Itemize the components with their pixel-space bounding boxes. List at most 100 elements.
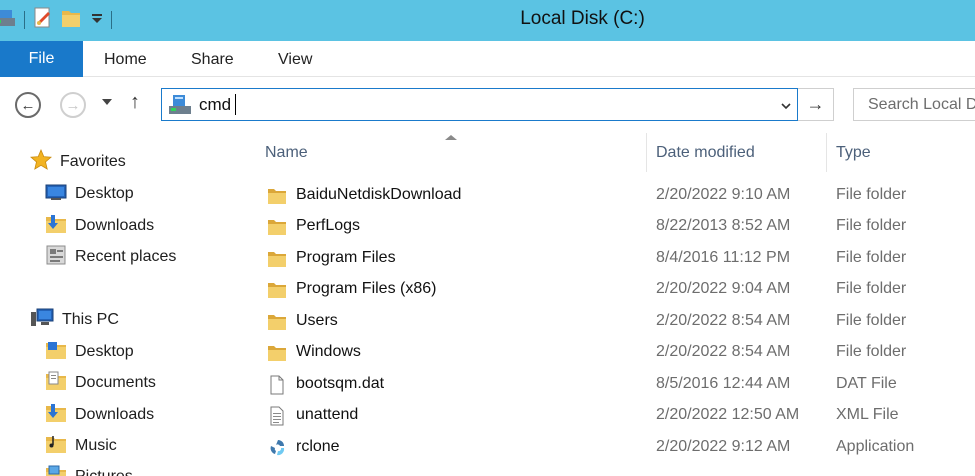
address-input[interactable]: cmd (199, 95, 231, 115)
search-box[interactable]: Search Local D (853, 88, 975, 121)
file-date: 2/20/2022 9:12 AM (656, 438, 791, 455)
nav-item-label: Documents (75, 374, 156, 391)
arrow-right-icon: → (65, 96, 81, 114)
folder-icon (267, 249, 287, 274)
nav-item-label: Recent places (75, 248, 177, 265)
arrow-left-icon: ← (20, 96, 36, 114)
folder-icon (267, 186, 287, 211)
folder-icon (267, 312, 287, 337)
go-button[interactable]: → (798, 88, 834, 121)
file-type: File folder (836, 217, 907, 234)
music-icon (45, 433, 67, 460)
tab-share[interactable]: Share (191, 41, 234, 77)
nav-item-music[interactable]: Music (45, 433, 117, 459)
arrow-right-icon: → (806, 94, 825, 114)
address-bar[interactable]: cmd (161, 88, 798, 121)
nav-item-pc-desktop[interactable]: Desktop (45, 339, 134, 365)
ribbon-tabs: File Home Share View (0, 41, 975, 77)
table-row[interactable]: Program Files 8/4/2016 11:12 PM File fol… (237, 243, 975, 274)
nav-this-pc[interactable]: This PC (30, 307, 119, 333)
folder-icon (267, 280, 287, 305)
nav-item-downloads[interactable]: Downloads (45, 213, 154, 239)
table-row[interactable]: Users 2/20/2022 8:54 AM File folder (237, 306, 975, 337)
nav-item-label: Desktop (75, 343, 134, 360)
back-button[interactable]: ← (15, 92, 41, 118)
file-name: Program Files (x86) (296, 280, 437, 297)
file-type: Application (836, 438, 915, 455)
recent-places-icon (45, 244, 67, 271)
pictures-icon (45, 464, 67, 476)
file-name: BaiduNetdiskDownload (296, 186, 462, 203)
file-name: Windows (296, 343, 361, 360)
file-date: 2/20/2022 8:54 AM (656, 343, 791, 360)
downloads-icon (45, 402, 67, 429)
nav-item-pc-downloads[interactable]: Downloads (45, 402, 154, 428)
file-icon (267, 375, 287, 400)
nav-item-pictures[interactable]: Pictures (45, 464, 133, 476)
desktop-icon (45, 183, 67, 206)
column-header-type[interactable]: Type (836, 133, 871, 172)
forward-button[interactable]: → (60, 92, 86, 118)
table-row[interactable]: PerfLogs 8/22/2013 8:52 AM File folder (237, 211, 975, 242)
nav-favorites-label: Favorites (60, 153, 126, 170)
window-title: Local Disk (C:) (520, 8, 645, 29)
xml-file-icon (267, 406, 287, 431)
tab-file[interactable]: File (0, 41, 83, 77)
file-type: File folder (836, 280, 907, 297)
table-row[interactable]: unattend 2/20/2022 12:50 AM XML File (237, 400, 975, 431)
up-button[interactable]: ↑ (130, 91, 140, 114)
file-type: File folder (836, 343, 907, 360)
table-row[interactable]: bootsqm.dat 8/5/2016 12:44 AM DAT File (237, 369, 975, 400)
nav-item-label: Pictures (75, 468, 133, 476)
column-header-name[interactable]: Name (265, 133, 308, 172)
file-type: DAT File (836, 375, 897, 392)
table-row[interactable]: BaiduNetdiskDownload 2/20/2022 9:10 AM F… (237, 180, 975, 211)
file-date: 2/20/2022 9:04 AM (656, 280, 791, 297)
tab-home[interactable]: Home (104, 41, 147, 77)
file-date: 8/22/2013 8:52 AM (656, 217, 791, 234)
file-name: unattend (296, 406, 359, 423)
column-header-date[interactable]: Date modified (656, 133, 755, 172)
nav-item-recent-places[interactable]: Recent places (45, 244, 176, 270)
file-date: 8/5/2016 12:44 AM (656, 375, 791, 392)
nav-item-desktop[interactable]: Desktop (45, 181, 134, 207)
file-date: 2/20/2022 12:50 AM (656, 406, 800, 423)
tab-view[interactable]: View (278, 41, 312, 77)
text-caret (235, 94, 236, 115)
star-icon (30, 148, 52, 176)
computer-icon (30, 308, 54, 333)
navigation-bar: ← → ↑ cmd → Search Local D (0, 77, 975, 133)
file-name: bootsqm.dat (296, 375, 385, 392)
navigation-pane: Favorites Desktop Downloads Recent place… (0, 133, 237, 476)
nav-item-documents[interactable]: Documents (45, 370, 156, 396)
column-divider[interactable] (826, 133, 827, 172)
documents-icon (45, 370, 67, 397)
search-placeholder: Search Local D (868, 96, 975, 113)
nav-this-pc-label: This PC (62, 311, 119, 328)
nav-item-label: Downloads (75, 217, 155, 234)
recent-locations-dropdown[interactable] (102, 99, 112, 105)
table-row[interactable]: rclone 2/20/2022 9:12 AM Application (237, 432, 975, 463)
file-name: Program Files (296, 249, 396, 266)
nav-item-label: Downloads (75, 406, 155, 423)
nav-item-label: Music (75, 437, 117, 454)
title-bar: Local Disk (C:) (0, 0, 975, 41)
chevron-down-icon[interactable] (781, 98, 791, 110)
file-type: XML File (836, 406, 899, 423)
file-date: 2/20/2022 9:10 AM (656, 186, 791, 203)
nav-favorites[interactable]: Favorites (30, 148, 126, 176)
table-row[interactable]: Windows 2/20/2022 8:54 AM File folder (237, 337, 975, 368)
file-type: File folder (836, 249, 907, 266)
arrow-up-icon: ↑ (130, 91, 140, 113)
column-divider[interactable] (646, 133, 647, 172)
table-row[interactable]: Program Files (x86) 2/20/2022 9:04 AM Fi… (237, 274, 975, 305)
rclone-app-icon (267, 438, 289, 463)
folder-icon (267, 217, 287, 242)
file-type: File folder (836, 186, 907, 203)
file-date: 8/4/2016 11:12 PM (656, 249, 791, 266)
sort-ascending-icon (445, 135, 457, 140)
folder-icon (267, 343, 287, 368)
file-name: PerfLogs (296, 217, 361, 234)
desktop-folder-icon (45, 339, 67, 366)
file-name: Users (296, 312, 338, 329)
